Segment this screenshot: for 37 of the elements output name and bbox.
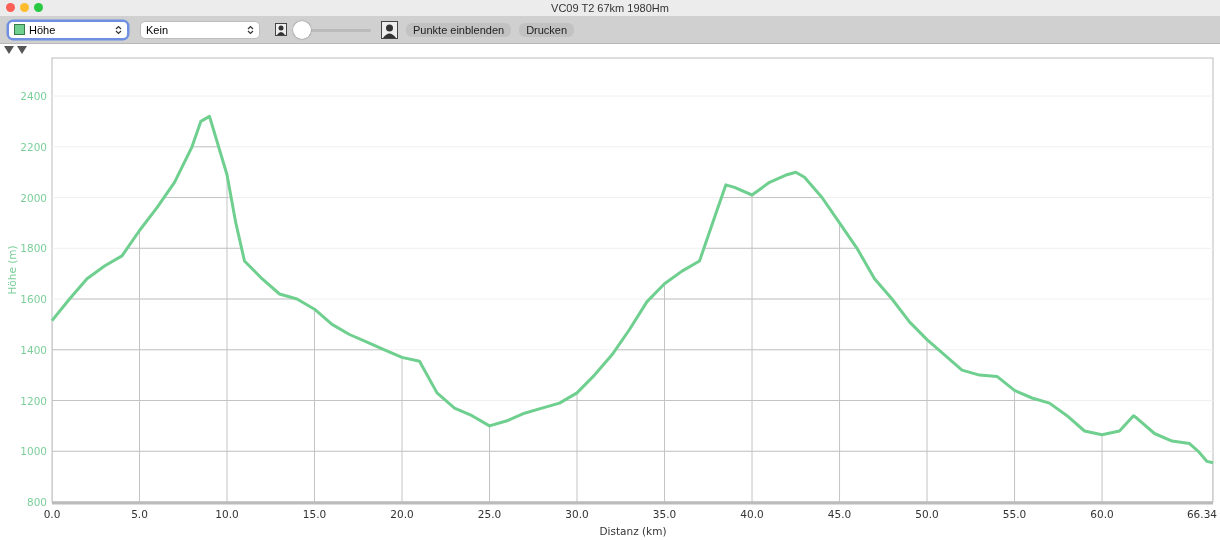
axis-tick-label: 2200 (20, 140, 47, 153)
axis-title: Höhe (m) (6, 245, 18, 295)
axis-tick-label: 1400 (20, 343, 47, 356)
axis-tick-label: 10.0 (215, 508, 239, 520)
axis-tick-label: 66.34 (1186, 508, 1217, 520)
zoom-button[interactable] (34, 3, 43, 12)
person-icon (381, 20, 398, 39)
axis-tick-label: 5.0 (131, 508, 148, 520)
axis-tick-label: 1000 (20, 445, 47, 458)
axis-tick-label: 55.0 (1002, 508, 1027, 520)
axis-tick-label: 45.0 (827, 508, 852, 520)
toolbar-button[interactable]: Drucken (519, 22, 575, 37)
axis-tick-label: 40.0 (740, 508, 764, 520)
axis-tick-label: 20.0 (390, 508, 414, 520)
axis-tick-label: 30.0 (565, 508, 589, 520)
profile-select[interactable]: Höhe (9, 21, 127, 38)
chevron-icon (115, 24, 122, 35)
axis-tick-label: 2400 (20, 90, 47, 103)
axis-tick-label: 35.0 (652, 508, 677, 520)
axis-tick-label: 1200 (20, 394, 47, 407)
axis-tick-label: 2000 (20, 191, 47, 204)
window-title: VC09 T2 67km 1980Hm (551, 2, 669, 14)
axis-tick-label: 0.0 (43, 508, 61, 520)
close-button[interactable] (6, 3, 15, 12)
axis-tick-label: 50.0 (915, 508, 939, 520)
axis-tick-label: 1800 (20, 242, 47, 255)
axis-tick-label: 800 (26, 496, 47, 508)
person-icon (275, 23, 287, 36)
overlay-select[interactable]: Kein (141, 21, 259, 38)
toolbar-button[interactable]: Punkte einblenden (406, 22, 512, 37)
axis-tick-label: 60.0 (1090, 508, 1114, 520)
chevron-icon (247, 24, 254, 35)
axis-tick-label: 1600 (20, 293, 47, 306)
axis-tick-label: 25.0 (477, 508, 502, 520)
axis-tick-label: 15.0 (302, 508, 327, 520)
minimize-button[interactable] (20, 3, 29, 12)
axis-title: Distanz (km) (599, 525, 667, 537)
